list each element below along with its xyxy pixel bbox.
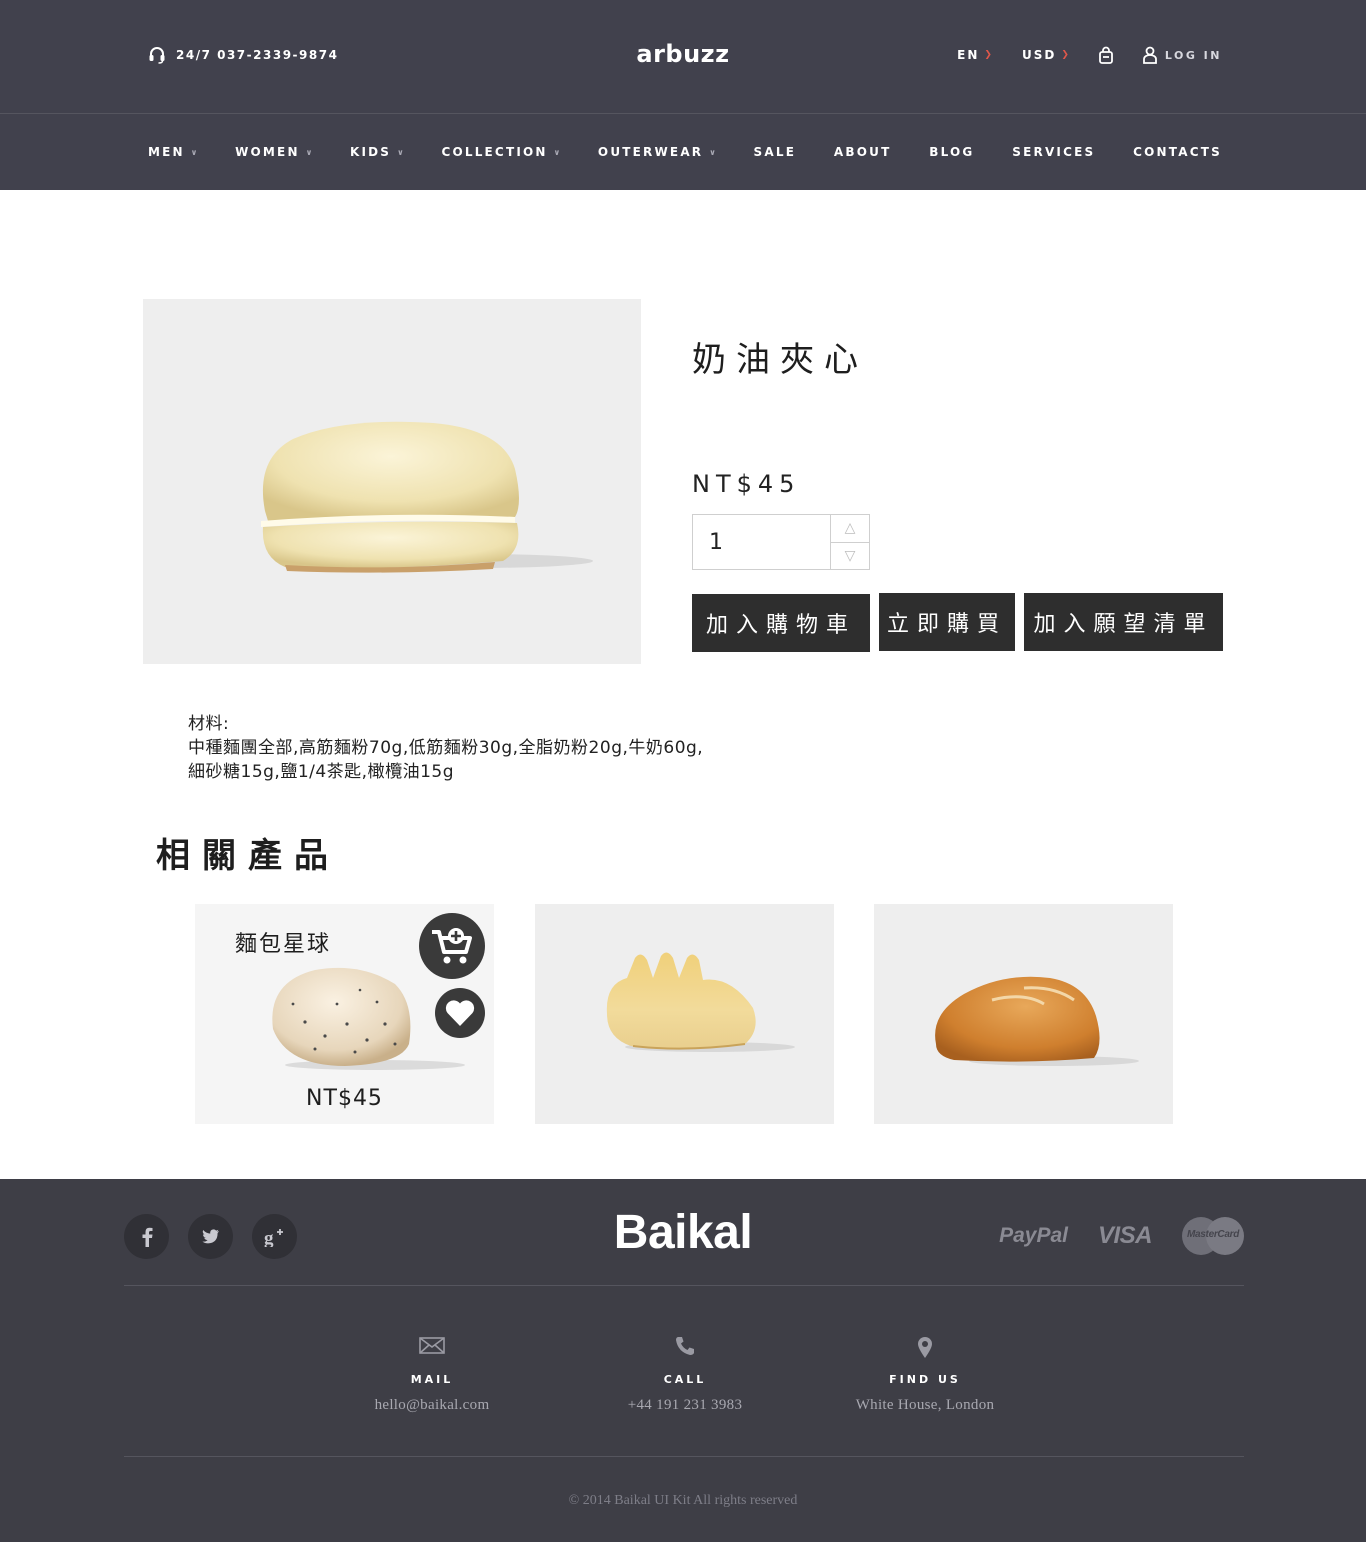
nav-label: COLLECTION (441, 145, 548, 159)
login-link[interactable]: LOG IN (1142, 46, 1222, 64)
contact-label: FIND US (889, 1373, 961, 1386)
nav-label: MEN (148, 145, 185, 159)
ingredients-line: 中種麵團全部,高筋麵粉70g,低筋麵粉30g,全脂奶粉20g,牛奶60g, (188, 738, 704, 758)
quantity-steps: △ ▽ (830, 515, 869, 569)
nav-label: SALE (753, 145, 797, 159)
login-label: LOG IN (1164, 48, 1222, 62)
related-products-title: 相關產品 (156, 836, 340, 876)
product-price: NT$45 (692, 470, 801, 498)
add-to-cart-button[interactable]: 加入購物車 (692, 594, 870, 652)
nav-label: CONTACTS (1133, 145, 1222, 159)
cream-bun-image (261, 421, 593, 573)
paypal-logo: PayPal (999, 1224, 1068, 1247)
nav-item-men[interactable]: MEN ∨ (148, 145, 197, 159)
main-navigation: MEN ∨ WOMEN ∨ KIDS ∨ COLLECTION ∨ OUTERWEAR ∨… (0, 113, 1366, 190)
nav-item-about[interactable]: ABOUT (834, 145, 892, 159)
chevron-down-icon: ∨ (553, 147, 561, 157)
nav-label: BLOG (929, 145, 975, 159)
add-to-wishlist-button[interactable]: 加入願望清單 (1024, 593, 1223, 651)
chevron-down-icon: ❯ (1061, 50, 1071, 60)
chevron-down-icon: ∨ (709, 147, 716, 157)
nav-label: WOMEN (235, 145, 300, 159)
nav-item-kids[interactable]: KIDS ∨ (350, 145, 404, 159)
nav-item-outerwear[interactable]: OUTERWEAR ∨ (598, 145, 716, 159)
crusty-roll-image (935, 976, 1139, 1066)
nav-label: OUTERWEAR (597, 145, 704, 159)
add-to-cart-icon[interactable] (419, 913, 485, 979)
ingredients: 材料: 中種麵團全部,高筋麵粉70g,低筋麵粉30g,全脂奶粉20g,牛奶60g… (188, 712, 703, 784)
decrement-arrow-icon[interactable]: ▽ (831, 543, 869, 570)
nav-label: ABOUT (833, 145, 892, 159)
increment-arrow-icon[interactable]: △ (831, 515, 869, 543)
contact-call: CALL +44 191 231 3983 (595, 1335, 775, 1414)
ingredients-label: 材料: (188, 714, 230, 734)
language-value: EN (957, 48, 980, 62)
nav-item-women[interactable]: WOMEN ∨ (235, 145, 312, 159)
contact-label: MAIL (410, 1373, 454, 1386)
cart-bag-icon[interactable] (1098, 46, 1113, 64)
chevron-down-icon: ❯ (984, 50, 994, 60)
quantity-input[interactable] (693, 515, 831, 569)
related-product-card[interactable] (874, 904, 1173, 1124)
nav-item-contacts[interactable]: CONTACTS (1133, 145, 1222, 159)
nav-item-services[interactable]: SERVICES (1012, 145, 1095, 159)
quantity-stepper: △ ▽ (692, 514, 870, 570)
heart-icon[interactable] (435, 988, 485, 1038)
buy-now-button[interactable]: 立即購買 (879, 593, 1015, 651)
copyright: © 2014 Baikal UI Kit All rights reserved (568, 1493, 798, 1508)
related-product-card[interactable]: 麵包星球 NT$45 (195, 904, 494, 1124)
chevron-down-icon: ∨ (397, 147, 404, 157)
site-footer: g Baikal PayPal VISA MasterCard MAIL hel… (0, 1179, 1366, 1542)
mail-icon (342, 1335, 522, 1363)
visa-logo: VISA (1097, 1222, 1153, 1249)
contact-phone[interactable]: +44 191 231 3983 (595, 1397, 775, 1414)
currency-value: USD (1021, 48, 1057, 62)
header-actions: EN ❯ USD ❯ LOG IN (957, 46, 1222, 64)
mastercard-logo: MasterCard (1182, 1217, 1244, 1255)
nav-label: SERVICES (1012, 145, 1096, 159)
contact-find-us: FIND US White House, London (835, 1335, 1015, 1414)
phone-icon (595, 1335, 775, 1363)
language-selector[interactable]: EN ❯ (957, 48, 994, 62)
butter-roll-image (606, 952, 795, 1052)
footer-divider (124, 1285, 1244, 1286)
chevron-down-icon: ∨ (305, 147, 313, 157)
contact-address: White House, London (855, 1397, 995, 1413)
nav-item-blog[interactable]: BLOG (929, 145, 974, 159)
nav-item-sale[interactable]: SALE (754, 145, 797, 159)
nav-label: KIDS (349, 145, 392, 159)
user-icon (1142, 46, 1157, 64)
mastercard-label: MasterCard (1186, 1229, 1240, 1240)
product-title: 奶油夾心 (692, 340, 868, 380)
footer-divider (124, 1456, 1244, 1457)
contact-mail: MAIL hello@baikal.com (342, 1335, 522, 1414)
product-image (143, 299, 641, 664)
related-product-name: 麵包星球 (235, 932, 332, 957)
currency-selector[interactable]: USD ❯ (1022, 48, 1071, 62)
nav-item-collection[interactable]: COLLECTION ∨ (441, 145, 560, 159)
chevron-down-icon: ∨ (190, 147, 198, 157)
location-pin-icon (835, 1335, 1015, 1363)
contact-label: CALL (663, 1373, 707, 1386)
contact-email[interactable]: hello@baikal.com (342, 1397, 522, 1414)
top-bar: 24/7 037-2339-9874 arbuzz EN ❯ USD ❯ LOG… (0, 0, 1366, 113)
related-product-card[interactable] (535, 904, 834, 1124)
payment-methods: PayPal VISA MasterCard (999, 1217, 1244, 1255)
related-product-price: NT$45 (306, 1086, 383, 1111)
ingredients-line: 細砂糖15g,鹽1/4茶匙,橄欖油15g (188, 762, 455, 782)
